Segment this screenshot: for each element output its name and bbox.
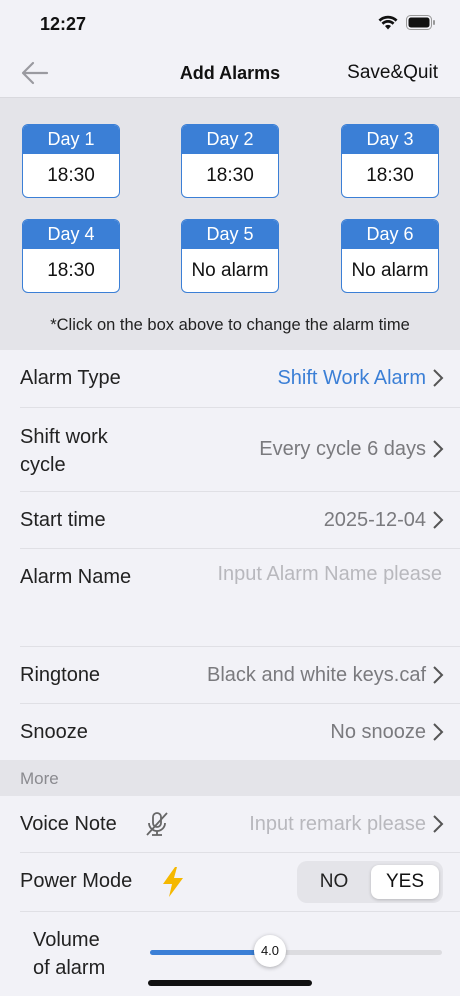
day-label: Day 3 — [342, 125, 438, 154]
power-mode-yes-option[interactable]: YES — [371, 865, 439, 899]
home-indicator — [148, 980, 312, 986]
voice-note-label: Voice Note — [20, 813, 117, 835]
more-section-title: More — [20, 769, 59, 788]
day-time: 18:30 — [47, 260, 95, 281]
voice-note-row[interactable]: Voice Note Input remark please — [0, 796, 460, 852]
power-mode-no-option[interactable]: NO — [301, 865, 367, 899]
ringtone-label: Ringtone — [20, 664, 101, 686]
day-card-4[interactable]: Day 4 18:30 — [22, 219, 120, 293]
alarm-type-label: Alarm Type — [20, 367, 121, 389]
lightning-icon — [163, 867, 183, 897]
volume-label-line2: of alarm — [33, 957, 106, 979]
volume-slider[interactable]: 4.0 — [150, 935, 442, 967]
volume-label-line1: Volume — [33, 929, 100, 951]
status-time: 12:27 — [40, 14, 87, 34]
day-time: No alarm — [191, 260, 269, 281]
shift-cycle-label: Shift work cycle — [20, 423, 108, 479]
day-card-5[interactable]: Day 5 No alarm — [181, 219, 279, 293]
snooze-label: Snooze — [20, 721, 88, 743]
alarm-type-row[interactable]: Alarm Type Shift Work Alarm — [0, 350, 460, 407]
nav-bar: Add Alarms Save&Quit — [0, 48, 460, 98]
status-icons — [378, 15, 436, 30]
alarm-name-label: Alarm Name — [20, 566, 132, 588]
day-time: 18:30 — [47, 165, 95, 186]
status-bar: 12:27 — [0, 0, 460, 48]
chevron-right-icon — [433, 723, 444, 741]
chevron-right-icon — [433, 511, 444, 529]
volume-label: Volume of alarm — [33, 926, 105, 982]
day-label: Day 4 — [23, 220, 119, 249]
day-label: Day 5 — [182, 220, 278, 249]
chevron-right-icon — [433, 440, 444, 458]
days-hint-text: *Click on the box above to change the al… — [50, 316, 410, 334]
snooze-value: No snooze — [330, 721, 426, 743]
shift-cycle-label-line1: Shift work — [20, 426, 108, 448]
day-label: Day 2 — [182, 125, 278, 154]
wifi-icon — [378, 15, 398, 30]
day-time: No alarm — [351, 260, 429, 281]
save-quit-button[interactable]: Save&Quit — [347, 62, 438, 84]
day-time: 18:30 — [206, 165, 254, 186]
volume-slider-thumb[interactable]: 4.0 — [254, 935, 286, 967]
day-card-6[interactable]: Day 6 No alarm — [341, 219, 439, 293]
day-label: Day 6 — [342, 220, 438, 249]
shift-cycle-row[interactable]: Shift work cycle Every cycle 6 days — [0, 408, 460, 490]
day-label: Day 1 — [23, 125, 119, 154]
power-mode-label: Power Mode — [20, 870, 133, 892]
alarm-name-row: Alarm Name Input Alarm Name please — [0, 549, 460, 646]
day-time: 18:30 — [366, 165, 414, 186]
days-grid: Day 1 18:30 Day 2 18:30 Day 3 18:30 Day … — [0, 98, 460, 350]
volume-slider-fill — [150, 950, 270, 955]
more-section-header: More — [0, 760, 460, 796]
ringtone-value: Black and white keys.caf — [207, 664, 426, 686]
power-mode-toggle[interactable]: NO YES — [297, 861, 443, 903]
day-card-2[interactable]: Day 2 18:30 — [181, 124, 279, 198]
chevron-right-icon — [433, 815, 444, 833]
start-time-value: 2025-12-04 — [323, 509, 426, 531]
microphone-off-icon[interactable] — [143, 810, 171, 838]
chevron-right-icon — [433, 666, 444, 684]
voice-note-input[interactable]: Input remark please — [249, 813, 426, 836]
day-card-3[interactable]: Day 3 18:30 — [341, 124, 439, 198]
alarm-type-value: Shift Work Alarm — [277, 367, 426, 389]
snooze-row[interactable]: Snooze No snooze — [0, 704, 460, 760]
shift-cycle-value: Every cycle 6 days — [259, 438, 426, 460]
start-time-row[interactable]: Start time 2025-12-04 — [0, 492, 460, 548]
ringtone-row[interactable]: Ringtone Black and white keys.caf — [0, 647, 460, 703]
chevron-right-icon — [433, 369, 444, 387]
start-time-label: Start time — [20, 509, 106, 531]
battery-icon — [406, 15, 435, 30]
alarm-name-input[interactable]: Input Alarm Name please — [217, 563, 442, 586]
day-card-1[interactable]: Day 1 18:30 — [22, 124, 120, 198]
shift-cycle-label-line2: cycle — [20, 454, 66, 476]
